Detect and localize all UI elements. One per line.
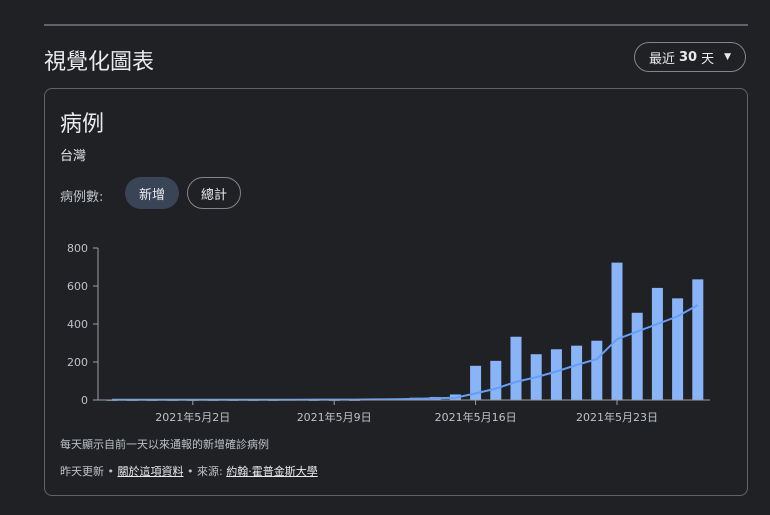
chart-footnote: 每天顯示自前一天以來通報的新增確診病例 (60, 438, 269, 451)
source-prefix: • 來源: (187, 465, 223, 478)
x-tick-label: 2021年5月2日 (155, 410, 230, 424)
y-tick-label: 400 (67, 318, 88, 331)
x-axis: 2021年5月2日 2021年5月9日 2021年5月16日 2021年5月23日 (155, 400, 658, 424)
x-tick-label: 2021年5月9日 (297, 410, 372, 424)
bar (510, 336, 522, 400)
bar (490, 360, 502, 400)
source-link[interactable]: 約翰·霍普金斯大學 (226, 465, 318, 478)
updated-text: 昨天更新 • (60, 465, 114, 478)
bar (611, 262, 623, 400)
y-tick-label: 800 (67, 242, 88, 255)
bars (106, 262, 704, 401)
source-line: 昨天更新 • 關於這項資料 • 來源: 約翰·霍普金斯大學 (60, 463, 318, 479)
bar (591, 340, 603, 400)
about-data-link[interactable]: 關於這項資料 (118, 465, 184, 478)
y-tick-label: 600 (67, 280, 88, 293)
y-axis: 0 200 400 600 800 (67, 242, 99, 407)
bar (631, 312, 643, 400)
bar (550, 349, 562, 400)
y-tick-label: 200 (67, 356, 88, 369)
bar (571, 345, 583, 400)
bar (651, 287, 663, 400)
bar (692, 279, 704, 400)
x-tick-label: 2021年5月16日 (435, 410, 517, 424)
moving-average-line (112, 304, 699, 401)
y-tick-label: 0 (81, 394, 88, 407)
x-tick-label: 2021年5月23日 (576, 410, 658, 424)
